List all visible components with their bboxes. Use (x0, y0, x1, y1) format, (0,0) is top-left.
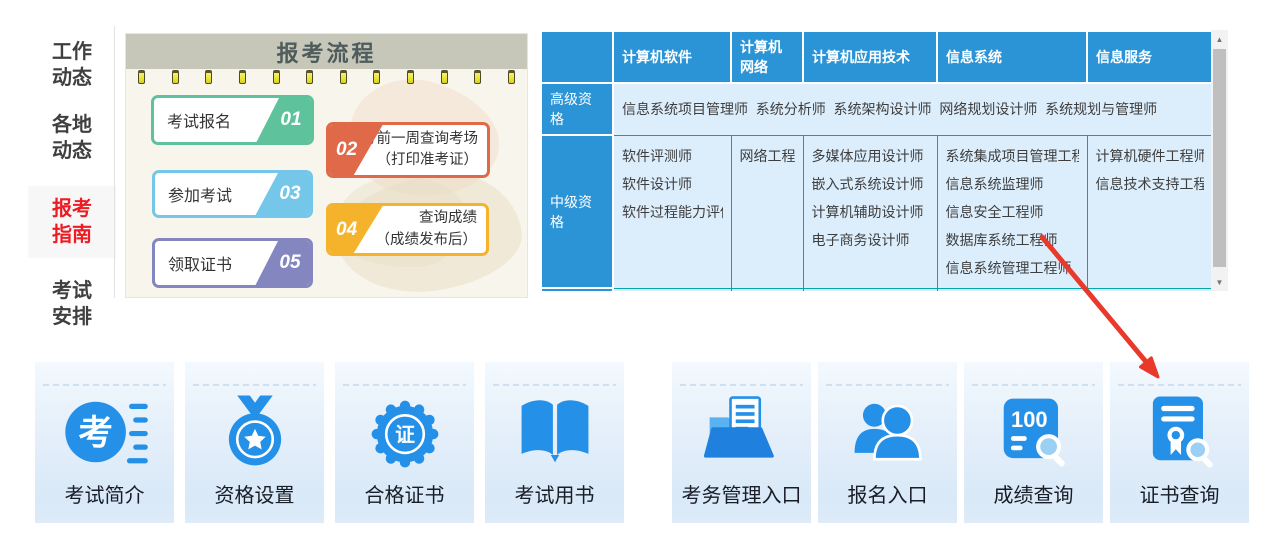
exam-intro-icon: 考 (58, 390, 152, 474)
card-label: 报名入口 (848, 479, 928, 508)
qual-cell: 网络管理员 (731, 288, 803, 291)
table-col-header: 信息服务 (1087, 31, 1211, 83)
card-signup-entry[interactable]: 报名入口 (818, 362, 957, 523)
table-col-header: 计算机软件 (613, 31, 731, 83)
card-score-query[interactable]: 100 成绩查询 (964, 362, 1103, 523)
entry-cards-group: 考务管理入口 报名入口 100 成绩查询 (672, 362, 1249, 523)
flow-step-number-wedge: 01 (256, 97, 312, 143)
sidebar-item-local-news[interactable]: 各地 动态 (28, 106, 116, 170)
score-search-icon: 100 (987, 390, 1081, 474)
qual-cell: 系统集成项目管理工程师 信息系统监理师 信息安全工程师 数据库系统工程师 信息系… (937, 135, 1087, 288)
svg-text:考: 考 (78, 415, 112, 453)
card-label: 成绩查询 (994, 479, 1074, 508)
flow-step-3: 参加考试 03 (152, 170, 313, 218)
table-level-intermediate: 中级资格 (541, 135, 613, 288)
card-label: 合格证书 (365, 479, 445, 508)
table-col-header: 计算机网络 (731, 31, 803, 83)
sidebar-divider (114, 26, 115, 298)
cert-search-icon (1133, 390, 1227, 474)
flow-step-label: 考试报名 (154, 108, 231, 132)
qual-cell: 多媒体应用设计师 嵌入式系统设计师 计算机辅助设计师 电子商务设计师 (803, 135, 937, 288)
flow-step-number-wedge: 05 (255, 240, 311, 286)
flowchart-title: 报考流程 (126, 34, 527, 69)
card-exam-books[interactable]: 考试用书 (485, 362, 624, 523)
flow-step-label: 考前一周查询考场（打印准考证） (362, 129, 487, 171)
card-label: 考务管理入口 (682, 479, 802, 508)
card-label: 资格设置 (215, 479, 295, 508)
info-cards-group: 考 考试简介 资格设置 (35, 362, 624, 523)
table-col-header: 计算机应用技术 (803, 31, 937, 83)
table-level-junior: 初级资格 (541, 288, 613, 291)
book-icon (508, 390, 602, 474)
qual-cell: 信息系统运行管理员 (937, 288, 1087, 291)
qual-cell: 程序员 (613, 288, 731, 291)
table-col-header: 信息系统 (937, 31, 1087, 83)
scroll-down-icon[interactable]: ▼ (1211, 274, 1228, 290)
table-corner-cell (541, 31, 613, 83)
card-certificate[interactable]: 证 合格证书 (335, 362, 474, 523)
flow-step-number-wedge: 03 (255, 172, 311, 216)
flow-step-4: 04 查询成绩（成绩发布后） (326, 203, 489, 256)
qualification-table-scroll-area[interactable]: 计算机软件 计算机网络 计算机应用技术 信息系统 信息服务 高级资格 信息系统项… (540, 30, 1211, 291)
medal-icon (208, 390, 302, 474)
qual-cell: 多媒体应用制作技术员 电子商务技术员 (803, 288, 937, 291)
folder-doc-icon (695, 390, 789, 474)
users-icon (841, 390, 935, 474)
card-exam-admin-entry[interactable]: 考务管理入口 (672, 362, 811, 523)
scrollbar-thumb[interactable] (1213, 49, 1226, 267)
flow-step-label: 参加考试 (155, 182, 232, 206)
sidebar-nav: 工作 动态 各地 动态 报考 指南 考试 安排 (28, 33, 116, 336)
svg-text:证: 证 (395, 424, 415, 446)
qualification-table: 计算机软件 计算机网络 计算机应用技术 信息系统 信息服务 高级资格 信息系统项… (540, 30, 1211, 291)
card-label: 考试用书 (515, 479, 595, 508)
card-label: 证书查询 (1140, 479, 1220, 508)
flow-step-label: 查询成绩（成绩发布后） (376, 208, 487, 250)
seal-icon: 证 (358, 390, 452, 474)
card-certificate-query[interactable]: 证书查询 (1110, 362, 1249, 523)
sidebar-item-exam-schedule[interactable]: 考试 安排 (28, 272, 116, 336)
scroll-up-icon[interactable]: ▲ (1211, 31, 1228, 47)
qual-cell: 计算机硬件工程师 信息技术支持工程师 (1087, 135, 1211, 288)
qual-cell-senior: 信息系统项目管理师 系统分析师 系统架构设计师 网络规划设计师 系统规划与管理师 (613, 83, 1211, 135)
card-exam-intro[interactable]: 考 考试简介 (35, 362, 174, 523)
svg-text:100: 100 (1011, 407, 1048, 432)
binder-pins (138, 70, 515, 84)
flow-step-5: 领取证书 05 (152, 238, 313, 288)
softexam-portal-page: 工作 动态 各地 动态 报考 指南 考试 安排 报考流程 考试报名 01 02 … (0, 0, 1269, 542)
card-qualification-setup[interactable]: 资格设置 (185, 362, 324, 523)
qual-cell: 软件评测师 软件设计师 软件过程能力评估师 (613, 135, 731, 288)
sidebar-item-registration-guide[interactable]: 报考 指南 (28, 186, 116, 258)
flow-step-2: 02 考前一周查询考场（打印准考证） (326, 122, 490, 178)
qualification-table-panel: 计算机软件 计算机网络 计算机应用技术 信息系统 信息服务 高级资格 信息系统项… (540, 30, 1228, 291)
card-label: 考试简介 (65, 479, 145, 508)
table-scrollbar[interactable]: ▲ ▼ (1211, 30, 1228, 291)
registration-flowchart: 报考流程 考试报名 01 02 考前一周查询考场（打印准考证） 参加考试 03 (125, 33, 528, 298)
sidebar-item-work-news[interactable]: 工作 动态 (28, 33, 116, 97)
qual-cell: 网络工程师 (731, 135, 803, 288)
flow-step-1: 考试报名 01 (151, 95, 314, 145)
qual-cell: 网页制作员 信息处理技术员 (1087, 288, 1211, 291)
flow-step-label: 领取证书 (155, 251, 232, 275)
table-level-senior: 高级资格 (541, 83, 613, 135)
